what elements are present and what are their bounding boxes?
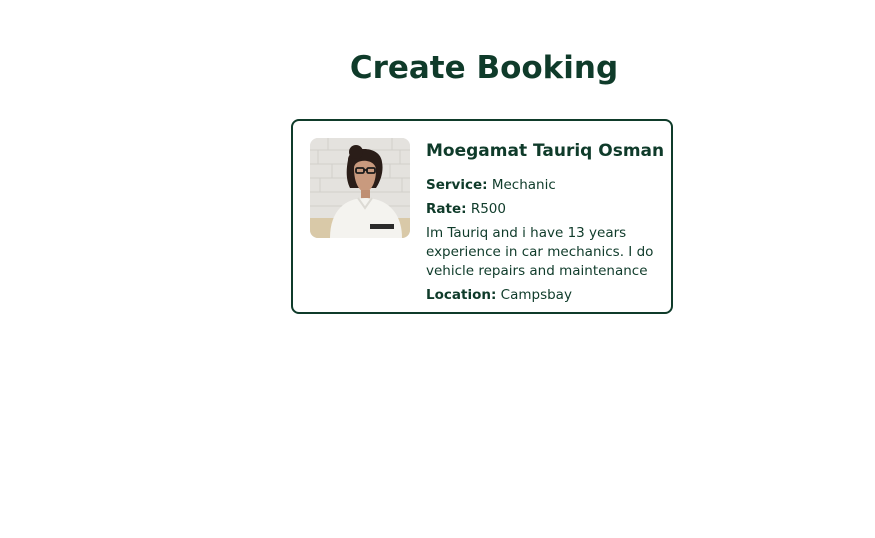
location-value: Campsbay [500, 287, 572, 303]
rate-label: Rate: [426, 201, 467, 217]
service-label: Service: [426, 177, 488, 193]
rate-value: R500 [470, 201, 506, 217]
rate-row: Rate: R500 [426, 200, 656, 219]
provider-description: Im Tauriq and i have 13 years experience… [426, 225, 654, 279]
service-value: Mechanic [491, 177, 556, 193]
provider-avatar [310, 138, 410, 238]
provider-card[interactable]: Moegamat Tauriq Osman Service: Mechanic … [291, 119, 673, 314]
service-row: Service: Mechanic [426, 176, 656, 195]
provider-info: Moegamat Tauriq Osman Service: Mechanic … [426, 139, 665, 310]
provider-photo-image [310, 138, 410, 238]
page-title: Create Booking [349, 50, 619, 86]
location-row: Location: Campsbay [426, 286, 656, 305]
provider-name: Moegamat Tauriq Osman [426, 141, 665, 161]
location-label: Location: [426, 287, 497, 303]
